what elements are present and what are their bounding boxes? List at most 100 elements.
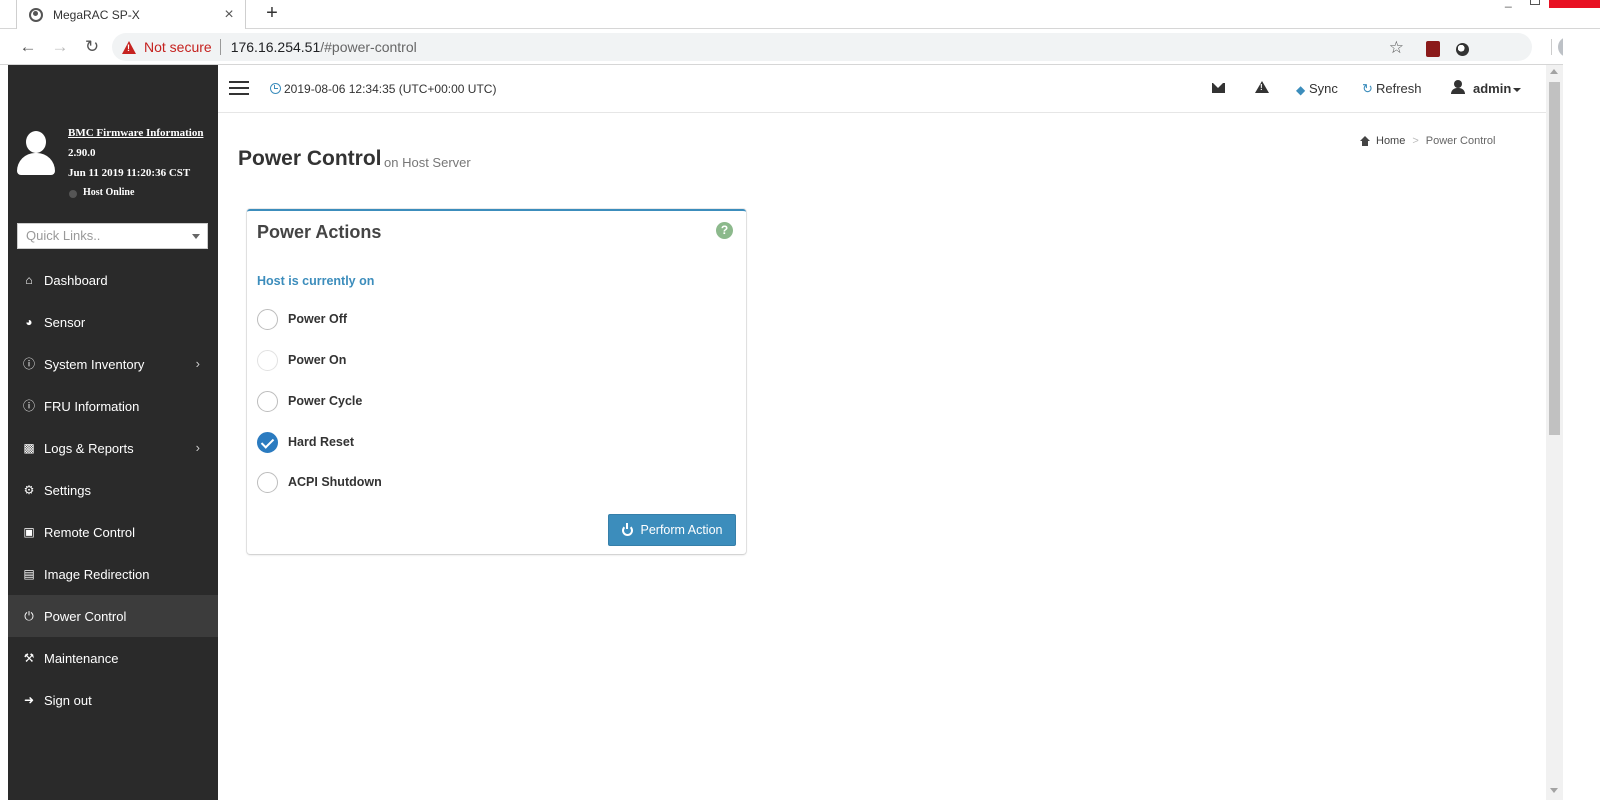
panel-title: Power Actions <box>257 222 382 242</box>
mail-icon[interactable] <box>1212 83 1225 93</box>
user-menu-button[interactable]: admin <box>1473 81 1511 96</box>
quick-links-select[interactable]: Quick Links.. <box>17 223 208 249</box>
radio-label: Power On <box>288 353 347 367</box>
info-icon: ⓘ <box>22 357 35 371</box>
browser-tabstrip: MegaRAC SP-X × + _ <box>0 0 1600 29</box>
sign-out-icon: ➜ <box>23 693 35 707</box>
sidebar-item-system-inventory[interactable]: ⓘ System Inventory › <box>8 343 218 385</box>
gear-icon: ⚙ <box>23 483 35 497</box>
sidebar-item-power-control[interactable]: ⏻ Power Control <box>8 595 218 637</box>
sidebar-item-logs-reports[interactable]: ▩ Logs & Reports › <box>8 427 218 469</box>
browser-toolbar: ← → ↻ Not secure 176.16.254.51/#power-co… <box>0 29 1600 65</box>
chevron-right-icon: › <box>195 356 200 371</box>
page-subtitle: on Host Server <box>384 155 471 170</box>
sidebar-item-dashboard[interactable]: ⌂ Dashboard <box>8 259 218 301</box>
app-frame: BMC Firmware Information 2.90.0 Jun 11 2… <box>8 65 1546 800</box>
sidebar-item-settings[interactable]: ⚙ Settings <box>8 469 218 511</box>
firmware-version: 2.90.0 <box>68 147 96 159</box>
address-bar[interactable]: Not secure 176.16.254.51/#power-control … <box>112 33 1532 61</box>
user-panel: BMC Firmware Information 2.90.0 Jun 11 2… <box>8 123 218 213</box>
window-minimize-button[interactable]: _ <box>1505 0 1512 8</box>
user-avatar-icon <box>17 131 55 177</box>
option-power-cycle[interactable]: Power Cycle <box>257 390 362 412</box>
sidebar-item-label: Dashboard <box>44 272 108 288</box>
sidebar-item-fru-information[interactable]: ⓘ FRU Information <box>8 385 218 427</box>
host-status: Host Online <box>83 187 135 198</box>
sync-icon[interactable]: ◆ <box>1296 83 1305 97</box>
radio-power-off[interactable] <box>257 308 278 330</box>
sidebar-item-sensor[interactable]: ◕ Sensor <box>8 301 218 343</box>
option-hard-reset[interactable]: Hard Reset <box>257 431 354 453</box>
info-icon: ⓘ <box>22 399 35 413</box>
power-actions-panel: Power Actions ? Host is currently on Pow… <box>247 209 746 554</box>
scroll-up-arrow-icon[interactable] <box>1550 69 1558 74</box>
window-maximize-button[interactable] <box>1530 0 1540 5</box>
breadcrumb-current: Power Control <box>1425 135 1496 147</box>
chevron-right-icon: › <box>195 440 200 455</box>
datetime-label: 2019-08-06 12:34:35 (UTC+00:00 UTC) <box>284 82 497 96</box>
pdf-extension-icon[interactable] <box>1426 41 1440 57</box>
host-state-label: Host is currently on <box>257 274 375 288</box>
bmc-firmware-link[interactable]: BMC Firmware Information <box>68 127 203 139</box>
bar-chart-icon: ▩ <box>23 441 35 455</box>
sidebar-item-maintenance[interactable]: ⚒ Maintenance <box>8 637 218 679</box>
scroll-down-arrow-icon[interactable] <box>1550 788 1558 793</box>
scrollbar-thumb[interactable] <box>1549 82 1560 435</box>
back-arrow-icon[interactable]: ← <box>18 37 38 57</box>
radio-power-on[interactable] <box>257 349 278 371</box>
refresh-button[interactable]: Refresh <box>1376 81 1422 96</box>
power-icon <box>621 522 633 536</box>
monitor-icon: ▣ <box>23 525 35 539</box>
alert-icon[interactable] <box>1255 81 1269 93</box>
warning-icon <box>122 40 136 54</box>
breadcrumb: Home > Power Control <box>1360 135 1495 147</box>
reload-icon[interactable]: ↻ <box>82 37 102 57</box>
radio-hard-reset[interactable] <box>257 431 278 453</box>
new-tab-button[interactable]: + <box>262 2 282 25</box>
breadcrumb-home-link[interactable]: Home <box>1376 135 1405 147</box>
sidebar-item-remote-control[interactable]: ▣ Remote Control <box>8 511 218 553</box>
option-power-off[interactable]: Power Off <box>257 308 347 330</box>
sidebar-item-label: FRU Information <box>44 398 140 414</box>
user-icon[interactable] <box>1451 80 1465 94</box>
sidebar-item-sign-out[interactable]: ➜ Sign out <box>8 679 218 721</box>
radio-label: Hard Reset <box>288 435 354 449</box>
sync-button[interactable]: Sync <box>1309 81 1338 96</box>
perform-action-label: Perform Action <box>640 523 723 537</box>
sidebar-item-label: System Inventory <box>44 356 145 372</box>
tab-close-button[interactable]: × <box>219 6 239 24</box>
sidebar-item-label: Settings <box>44 482 91 498</box>
home-icon: ⌂ <box>25 273 33 287</box>
sidebar: BMC Firmware Information 2.90.0 Jun 11 2… <box>8 65 218 800</box>
forward-arrow-icon[interactable]: → <box>50 37 70 57</box>
quick-links-placeholder: Quick Links.. <box>26 228 101 243</box>
clock-icon <box>270 83 281 94</box>
hamburger-menu-icon[interactable] <box>229 81 249 96</box>
bookmark-star-icon[interactable]: ☆ <box>1389 38 1404 58</box>
avatar-body <box>17 153 55 175</box>
wrench-icon: ⚒ <box>23 651 35 665</box>
perform-action-button[interactable]: Perform Action <box>608 514 736 546</box>
radio-power-cycle[interactable] <box>257 390 278 412</box>
refresh-icon[interactable]: ↻ <box>1362 81 1373 97</box>
window-close-button[interactable] <box>1549 0 1600 8</box>
sidebar-item-label: Power Control <box>44 608 127 624</box>
sidebar-item-label: Remote Control <box>44 524 136 540</box>
extension-circle-icon[interactable] <box>1456 43 1469 56</box>
help-icon[interactable]: ? <box>716 222 733 239</box>
page-title: Power Control <box>238 147 382 170</box>
sidebar-item-image-redirection[interactable]: ▤ Image Redirection <box>8 553 218 595</box>
browser-tab[interactable]: MegaRAC SP-X × <box>16 0 246 29</box>
window-right-gutter <box>1563 29 1600 800</box>
option-power-on[interactable]: Power On <box>257 349 346 371</box>
caret-down-icon[interactable] <box>1513 88 1521 92</box>
home-icon <box>1360 136 1370 146</box>
option-acpi-shutdown[interactable]: ACPI Shutdown <box>257 471 382 493</box>
url-host: 176.16.254.51 <box>230 39 321 55</box>
host-status-dot-icon <box>69 190 77 198</box>
not-secure-label[interactable]: Not secure <box>144 39 212 55</box>
sidebar-item-label: Logs & Reports <box>44 440 134 456</box>
radio-acpi-shutdown[interactable] <box>257 471 278 493</box>
power-icon: ⏻ <box>24 609 34 623</box>
page-scrollbar[interactable] <box>1546 65 1563 800</box>
